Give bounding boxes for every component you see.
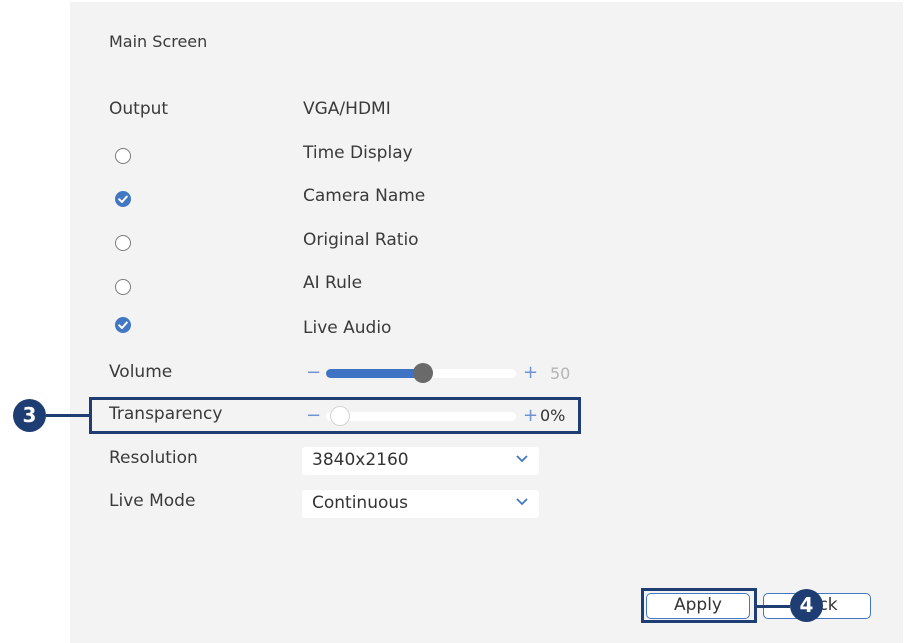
check-icon	[118, 195, 128, 203]
camera-name-checkbox[interactable]	[115, 191, 131, 207]
settings-panel	[70, 2, 903, 643]
volume-label: Volume	[109, 362, 173, 382]
time-display-radio[interactable]	[115, 148, 131, 164]
original-ratio-radio[interactable]	[115, 235, 131, 251]
camera-name-label: Camera Name	[303, 186, 426, 206]
live-mode-label: Live Mode	[109, 491, 196, 511]
live-mode-dropdown[interactable]: Continuous	[302, 490, 539, 518]
volume-value: 50	[550, 364, 571, 383]
live-audio-checkbox[interactable]	[115, 317, 131, 333]
section-title: Main Screen	[109, 32, 208, 51]
chevron-down-icon	[516, 455, 528, 463]
output-value: VGA/HDMI	[303, 99, 391, 119]
callout-3-line	[46, 414, 90, 417]
chevron-down-icon	[516, 498, 528, 506]
resolution-label: Resolution	[109, 448, 198, 468]
ai-rule-radio[interactable]	[115, 279, 131, 295]
apply-highlight-box	[641, 588, 757, 623]
callout-4-line	[757, 605, 790, 608]
volume-slider-handle[interactable]	[413, 363, 434, 383]
original-ratio-label: Original Ratio	[303, 230, 419, 250]
resolution-dropdown[interactable]: 3840x2160	[302, 447, 539, 475]
check-icon	[118, 321, 128, 329]
ai-rule-label: AI Rule	[303, 273, 363, 293]
callout-3-badge: 3	[13, 399, 46, 432]
transparency-highlight-box	[89, 397, 581, 434]
callout-4-badge: 4	[790, 589, 823, 622]
output-label: Output	[109, 99, 169, 119]
volume-increase-button[interactable]: +	[523, 364, 538, 382]
resolution-selected-value: 3840x2160	[312, 450, 409, 470]
live-audio-label: Live Audio	[303, 318, 392, 338]
live-mode-selected-value: Continuous	[312, 493, 409, 513]
volume-decrease-button[interactable]: −	[306, 364, 321, 382]
time-display-label: Time Display	[303, 143, 413, 163]
volume-slider-fill	[326, 369, 420, 378]
